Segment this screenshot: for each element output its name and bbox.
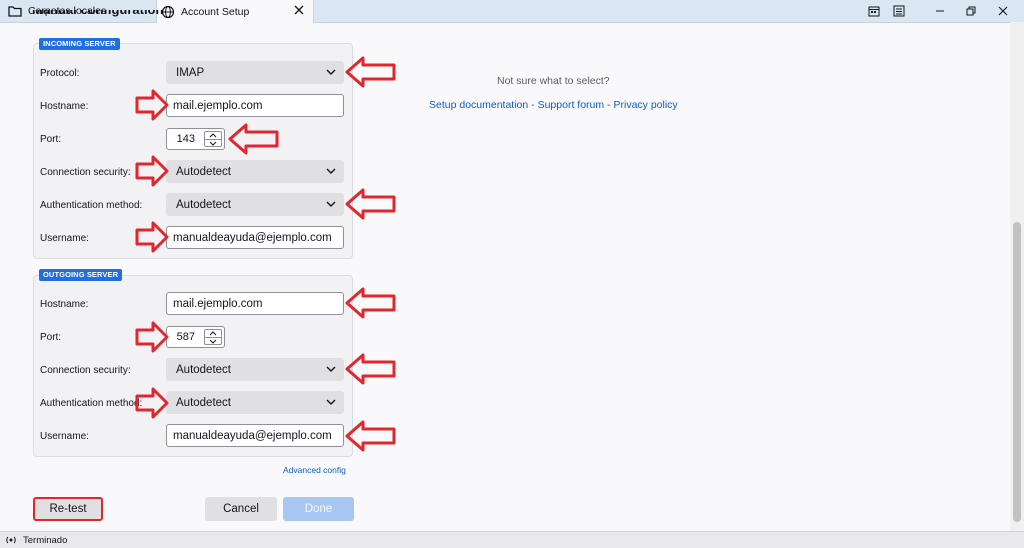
- annotation-arrow-right: [135, 387, 169, 419]
- support-forum-link[interactable]: Support forum: [538, 99, 605, 111]
- incoming-auth-select[interactable]: Autodetect: [166, 193, 344, 216]
- status-bar: Terminado: [0, 531, 1024, 548]
- outgoing-username-input[interactable]: manualdeayuda@ejemplo.com: [166, 424, 344, 447]
- incoming-security-select[interactable]: Autodetect: [166, 160, 344, 183]
- retest-button[interactable]: Re-test: [33, 497, 103, 521]
- port-spinner[interactable]: [204, 131, 222, 147]
- annotation-arrow-right: [135, 155, 169, 187]
- done-button[interactable]: Done: [283, 497, 354, 521]
- cancel-button[interactable]: Cancel: [205, 497, 277, 521]
- incoming-username-label: Username:: [40, 233, 89, 244]
- outgoing-port-input[interactable]: 587: [166, 326, 225, 348]
- incoming-hostname-input[interactable]: mail.ejemplo.com: [166, 94, 344, 117]
- outgoing-port-label: Port:: [40, 332, 62, 343]
- incoming-username-input[interactable]: manualdeayuda@ejemplo.com: [166, 226, 344, 249]
- calendar-icon[interactable]: [866, 3, 882, 19]
- port-spinner[interactable]: [204, 329, 222, 345]
- chevron-up-icon[interactable]: [205, 132, 221, 140]
- chevron-down-icon[interactable]: [205, 338, 221, 345]
- chevron-down-icon: [326, 69, 336, 75]
- annotation-arrow-right: [135, 89, 169, 121]
- protocol-select[interactable]: IMAP: [166, 61, 344, 84]
- annotation-arrow-left: [228, 123, 279, 155]
- outgoing-hostname-label: Hostname:: [40, 299, 89, 310]
- incoming-server-badge: INCOMING SERVER: [39, 38, 120, 50]
- outgoing-server-badge: OUTGOING SERVER: [39, 269, 123, 281]
- annotation-arrow-left: [345, 188, 396, 220]
- folder-icon: [8, 4, 22, 18]
- tab-account-setup[interactable]: Account Setup: [156, 0, 314, 23]
- annotation-arrow-left: [345, 353, 396, 385]
- close-window-icon[interactable]: [995, 3, 1011, 19]
- chevron-down-icon: [326, 168, 336, 174]
- outgoing-hostname-input[interactable]: mail.ejemplo.com: [166, 292, 344, 315]
- annotation-arrow-left: [345, 287, 396, 319]
- chevron-down-icon: [326, 399, 336, 405]
- annotation-arrow-left: [345, 56, 396, 88]
- incoming-auth-label: Authentication method:: [40, 200, 143, 211]
- page-title: Manual configuration: [32, 10, 163, 24]
- outgoing-auth-select[interactable]: Autodetect: [166, 391, 344, 414]
- help-links: Setup documentation - Support forum - Pr…: [429, 99, 678, 111]
- outgoing-username-label: Username:: [40, 431, 89, 442]
- incoming-hostname-label: Hostname:: [40, 101, 89, 112]
- outgoing-auth-label: Authentication method:: [40, 398, 143, 409]
- chevron-down-icon[interactable]: [205, 140, 221, 147]
- status-text: Terminado: [23, 534, 68, 546]
- incoming-port-input[interactable]: 143: [166, 128, 225, 150]
- tab-label: Account Setup: [181, 5, 250, 18]
- help-question: Not sure what to select?: [497, 75, 610, 87]
- protocol-label: Protocol:: [40, 68, 80, 79]
- setup-documentation-link[interactable]: Setup documentation: [429, 99, 528, 111]
- annotation-arrow-right: [135, 221, 169, 253]
- outgoing-security-select[interactable]: Autodetect: [166, 358, 344, 381]
- scrollbar-thumb[interactable]: [1013, 222, 1021, 522]
- privacy-policy-link[interactable]: Privacy policy: [613, 99, 677, 111]
- restore-icon[interactable]: [963, 3, 979, 19]
- incoming-port-label: Port:: [40, 134, 62, 145]
- chevron-down-icon: [326, 366, 336, 372]
- chevron-up-icon[interactable]: [205, 330, 221, 338]
- advanced-config-link[interactable]: Advanced config: [283, 465, 346, 475]
- minimize-icon[interactable]: [932, 3, 948, 19]
- outgoing-security-label: Connection security:: [40, 365, 131, 376]
- annotation-arrow-right: [135, 321, 169, 353]
- close-icon[interactable]: [293, 4, 305, 16]
- chevron-down-icon: [326, 201, 336, 207]
- vertical-scrollbar[interactable]: [1010, 22, 1024, 531]
- annotation-arrow-left: [345, 420, 396, 452]
- activity-icon: [5, 534, 17, 546]
- incoming-security-label: Connection security:: [40, 167, 131, 178]
- tasks-icon[interactable]: [891, 3, 907, 19]
